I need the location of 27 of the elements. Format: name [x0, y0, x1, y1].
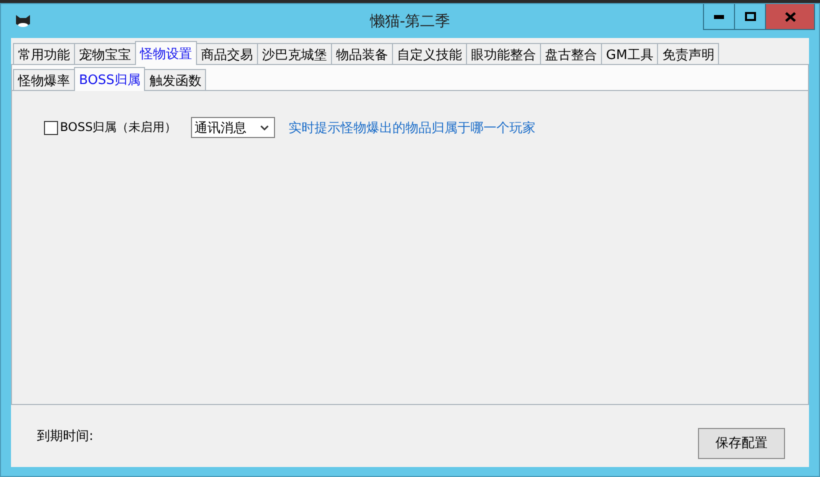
tab[interactable]: 触发函数	[144, 69, 206, 90]
tab[interactable]: 商品交易	[196, 43, 258, 64]
save-button[interactable]: 保存配置	[698, 428, 785, 458]
tab[interactable]: BOSS归属	[74, 67, 146, 91]
minimize-icon	[714, 14, 724, 18]
tab[interactable]: GM工具	[601, 43, 658, 64]
close-icon	[784, 12, 796, 22]
tab[interactable]: 物品装备	[331, 43, 393, 64]
minimize-button[interactable]	[703, 4, 735, 30]
cat-icon	[15, 14, 31, 28]
tab[interactable]: 怪物爆率	[13, 69, 75, 90]
tab[interactable]: 怪物设置	[135, 41, 197, 65]
chevron-down-icon	[260, 124, 269, 130]
tab[interactable]: 沙巴克城堡	[257, 43, 332, 64]
hint-text: 实时提示怪物爆出的物品归属于哪一个玩家	[288, 120, 536, 136]
window-title: 懒猫-第二季	[368, 12, 452, 31]
tab[interactable]: 自定义技能	[392, 43, 467, 64]
maximize-icon	[744, 12, 756, 21]
tab[interactable]: 宠物宝宝	[74, 43, 136, 64]
expiry-label: 到期时间:	[37, 428, 94, 445]
tab[interactable]: 常用功能	[13, 43, 75, 64]
tab[interactable]: 眼功能整合	[466, 43, 541, 64]
checkbox[interactable]: BOSS归属（未启用）	[44, 119, 177, 136]
close-button[interactable]	[765, 4, 815, 30]
tab[interactable]: 盘古整合	[540, 43, 602, 64]
tab[interactable]: 免责声明	[657, 43, 720, 64]
dropdown[interactable]: 通讯消息	[190, 117, 275, 138]
